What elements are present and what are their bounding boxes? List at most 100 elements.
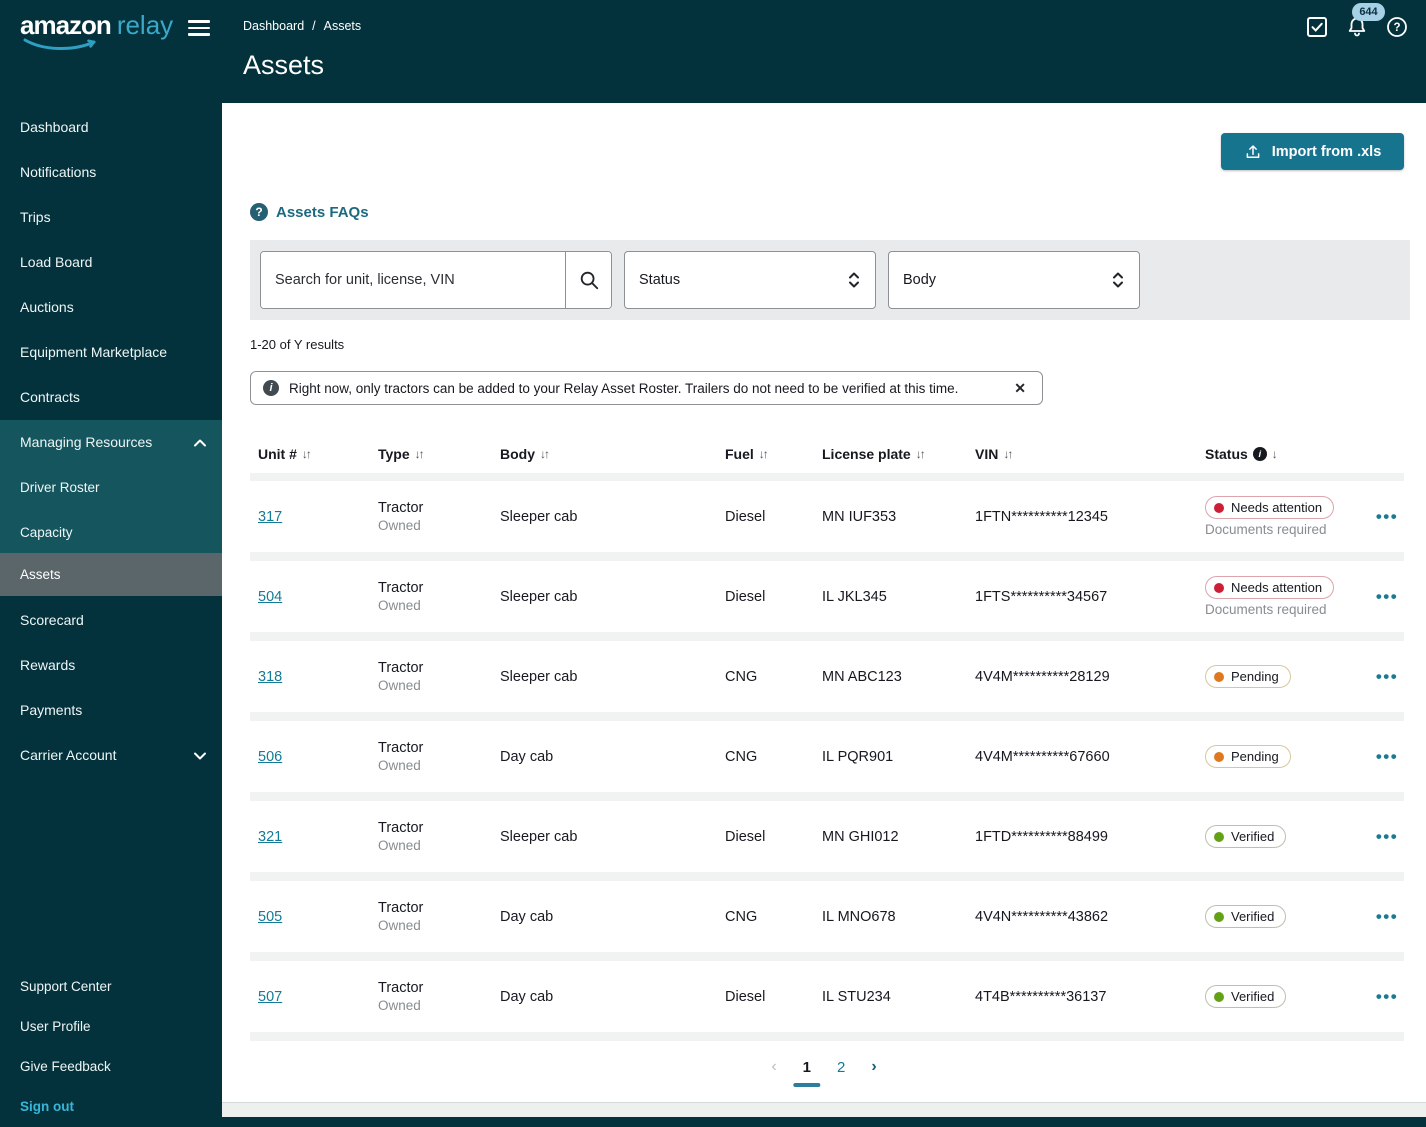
sidebar-item-trips[interactable]: Trips xyxy=(0,195,222,240)
filter-bar: Status Body xyxy=(250,240,1410,320)
pagination-page-1[interactable]: 1 xyxy=(793,1059,821,1087)
import-from-xls-button[interactable]: Import from .xls xyxy=(1221,133,1404,170)
sidebar-item-carrier-account[interactable]: Carrier Account xyxy=(0,733,222,778)
sidebar-item-rewards[interactable]: Rewards xyxy=(0,643,222,688)
fuel-value: Diesel xyxy=(725,988,766,1005)
sidebar-item-sign-out[interactable]: Sign out xyxy=(0,1087,222,1127)
ownership-value: Owned xyxy=(378,918,421,933)
column-header-fuel[interactable]: Fuel ↓↑ xyxy=(725,446,822,462)
row-actions-menu[interactable]: ••• xyxy=(1370,667,1404,687)
unit-link[interactable]: 507 xyxy=(258,989,282,1005)
table-row: 505 Tractor Owned Day cab CNG IL MNO678 4… xyxy=(250,881,1404,952)
unit-link[interactable]: 321 xyxy=(258,829,282,845)
type-value: Tractor xyxy=(378,820,424,836)
license-value: MN ABC123 xyxy=(822,668,902,685)
unit-link[interactable]: 317 xyxy=(258,509,282,525)
status-filter-select[interactable]: Status xyxy=(624,251,876,309)
info-banner-text: Right now, only tractors can be added to… xyxy=(289,380,959,396)
assets-faqs-link[interactable]: ? Assets FAQs xyxy=(250,203,369,221)
column-header-type[interactable]: Type ↓↑ xyxy=(378,446,500,462)
type-value: Tractor xyxy=(378,580,424,596)
status-cell: Verified xyxy=(1205,905,1370,928)
pagination-page-2[interactable]: 2 xyxy=(837,1059,845,1076)
row-actions-menu[interactable]: ••• xyxy=(1370,507,1404,527)
amazon-relay-logo[interactable]: amazon relay xyxy=(20,11,173,50)
breadcrumb-separator: / xyxy=(312,19,316,33)
column-header-status[interactable]: Status i ↓ xyxy=(1205,446,1370,462)
hamburger-menu-icon[interactable] xyxy=(188,17,212,39)
row-actions-menu[interactable]: ••• xyxy=(1370,987,1404,1007)
page-title: Assets xyxy=(243,50,325,80)
sidebar-item-notifications[interactable]: Notifications xyxy=(0,150,222,195)
select-arrows-icon xyxy=(849,272,859,288)
status-badge: Needs attention xyxy=(1205,496,1335,519)
sidebar-item-give-feedback[interactable]: Give Feedback xyxy=(0,1047,222,1087)
help-icon[interactable]: ? xyxy=(1384,14,1410,40)
row-actions-menu[interactable]: ••• xyxy=(1370,907,1404,927)
search-button[interactable] xyxy=(565,252,611,308)
tasks-icon[interactable] xyxy=(1304,14,1330,40)
status-cell: Verified xyxy=(1205,985,1370,1008)
amazon-smile-icon xyxy=(23,38,96,50)
sidebar-item-user-profile[interactable]: User Profile xyxy=(0,1007,222,1047)
sidebar-item-load-board[interactable]: Load Board xyxy=(0,240,222,285)
sidebar-item-payments[interactable]: Payments xyxy=(0,688,222,733)
sidebar-item-managing-resources[interactable]: Managing Resources xyxy=(0,420,222,465)
pagination-next-icon[interactable]: › xyxy=(871,1058,876,1076)
svg-text:?: ? xyxy=(1393,22,1400,34)
license-value: MN IUF353 xyxy=(822,508,897,525)
breadcrumb-assets[interactable]: Assets xyxy=(324,19,362,33)
search-box xyxy=(260,251,612,309)
pagination-prev-icon[interactable]: ‹ xyxy=(771,1058,776,1076)
status-dot-icon xyxy=(1214,582,1224,593)
table-row: 321 Tractor Owned Sleeper cab Diesel MN G… xyxy=(250,801,1404,872)
row-actions-menu[interactable]: ••• xyxy=(1370,747,1404,767)
column-header-vin[interactable]: VIN ↓↑ xyxy=(975,446,1205,462)
unit-link[interactable]: 506 xyxy=(258,749,282,765)
sidebar-item-contracts[interactable]: Contracts xyxy=(0,375,222,420)
unit-link[interactable]: 505 xyxy=(258,909,282,925)
banner-close-icon[interactable]: ✕ xyxy=(1010,378,1030,399)
type-value: Tractor xyxy=(378,500,424,516)
breadcrumb-dashboard[interactable]: Dashboard xyxy=(243,19,304,33)
sidebar-item-driver-roster[interactable]: Driver Roster xyxy=(0,465,222,510)
ownership-value: Owned xyxy=(378,838,421,853)
status-cell: Pending xyxy=(1205,745,1370,768)
status-badge: Pending xyxy=(1205,745,1291,768)
sidebar-item-assets-selected[interactable]: Assets xyxy=(0,553,222,596)
body-value: Sleeper cab xyxy=(500,828,578,845)
status-info-icon[interactable]: i xyxy=(1252,447,1267,461)
ownership-value: Owned xyxy=(378,678,421,693)
license-value: IL MNO678 xyxy=(822,908,896,925)
status-badge: Needs attention xyxy=(1205,576,1335,599)
unit-link[interactable]: 318 xyxy=(258,669,282,685)
sort-down-icon: ↓ xyxy=(1271,447,1278,461)
sort-icons: ↓↑ xyxy=(540,447,550,461)
column-header-license[interactable]: License plate ↓↑ xyxy=(822,446,975,462)
table-header: Unit # ↓↑ Type ↓↑ Body ↓↑ Fuel ↓↑ License pl… xyxy=(250,440,1404,468)
status-cell: Needs attention Documents required xyxy=(1205,496,1370,537)
info-icon: i xyxy=(263,380,279,396)
row-actions-menu[interactable]: ••• xyxy=(1370,587,1404,607)
breadcrumb: Dashboard / Assets xyxy=(243,19,361,33)
fuel-value: CNG xyxy=(725,668,758,685)
vin-value: 1FTS**********34567 xyxy=(975,588,1108,605)
body-filter-select[interactable]: Body xyxy=(888,251,1140,309)
search-input[interactable] xyxy=(261,252,565,308)
sort-icons: ↓↑ xyxy=(915,447,926,461)
status-cell: Verified xyxy=(1205,825,1370,848)
sidebar-item-equipment-marketplace[interactable]: Equipment Marketplace xyxy=(0,330,222,375)
license-value: MN GHI012 xyxy=(822,828,899,845)
row-actions-menu[interactable]: ••• xyxy=(1370,827,1404,847)
sidebar-item-capacity[interactable]: Capacity xyxy=(0,510,222,555)
type-value: Tractor xyxy=(378,900,424,916)
sidebar-item-dashboard[interactable]: Dashboard xyxy=(0,105,222,150)
status-badge: Pending xyxy=(1205,665,1291,688)
column-header-body[interactable]: Body ↓↑ xyxy=(500,446,725,462)
sidebar-item-auctions[interactable]: Auctions xyxy=(0,285,222,330)
sidebar-item-support-center[interactable]: Support Center xyxy=(0,967,222,1007)
column-header-unit[interactable]: Unit # ↓↑ xyxy=(258,446,378,462)
sidebar-item-scorecard[interactable]: Scorecard xyxy=(0,598,222,643)
license-value: IL PQR901 xyxy=(822,748,894,765)
unit-link[interactable]: 504 xyxy=(258,589,282,605)
